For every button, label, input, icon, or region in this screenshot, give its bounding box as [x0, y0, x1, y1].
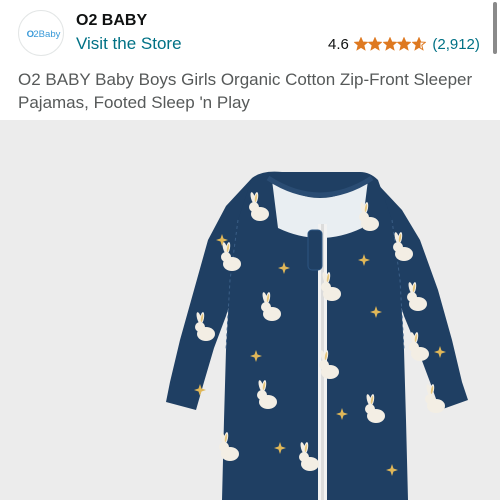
rating-count-link[interactable]: (2,912)	[432, 36, 480, 53]
star-icon	[353, 37, 368, 51]
product-image[interactable]	[0, 120, 500, 500]
store-logo[interactable]: O 2Baby	[18, 10, 64, 56]
sleeper-pajamas-icon	[166, 171, 468, 500]
rating-value: 4.6	[328, 35, 349, 53]
rating-summary[interactable]: 4.6 (2,912)	[328, 35, 480, 53]
star-icon	[382, 37, 397, 51]
star-rating[interactable]	[353, 37, 427, 51]
visit-store-link[interactable]: Visit the Store	[76, 34, 182, 54]
star-icon	[411, 37, 426, 51]
svg-text:2Baby: 2Baby	[33, 29, 60, 40]
star-icon	[397, 37, 412, 51]
scrollbar[interactable]	[493, 2, 497, 54]
store-header: O 2Baby O2 BABY Visit the Store 4.6 (2,9…	[0, 0, 500, 62]
product-title: O2 BABY Baby Boys Girls Organic Cotton Z…	[18, 70, 473, 112]
o2baby-logo-icon: O 2Baby	[19, 11, 63, 55]
star-icon	[368, 37, 383, 51]
store-name: O2 BABY	[76, 12, 148, 29]
